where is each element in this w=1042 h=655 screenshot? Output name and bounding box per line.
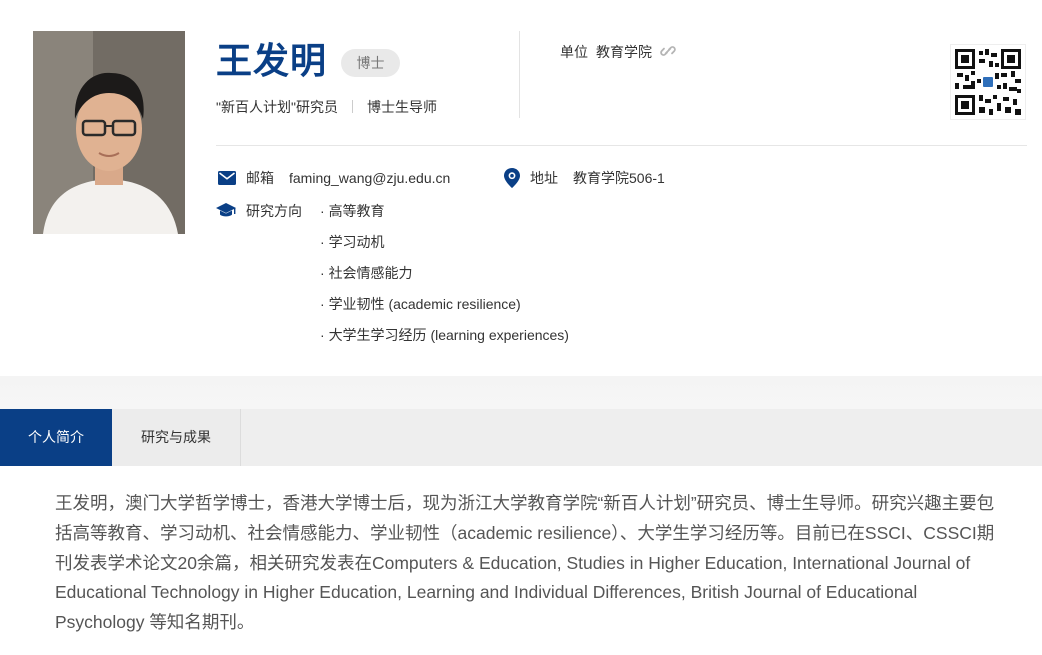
unit-label: 单位 [560,44,588,60]
research-item: 高等教育 [320,201,720,232]
tab-research-achievements[interactable]: 研究与成果 [112,409,241,466]
email-value[interactable]: faming_wang@zju.edu.cn [289,168,450,188]
email-row: 邮箱 faming_wang@zju.edu.cn [218,168,450,188]
research-item: 学习动机 [320,232,720,263]
graduation-cap-icon [216,203,236,222]
title-supervisor: 博士生导师 [366,99,437,115]
address-label: 地址 [530,170,558,186]
degree-badge: 博士 [341,49,400,77]
address-value: 教育学院506-1 [573,170,665,186]
qr-code-icon [950,44,1026,120]
unit-info: 单位 教育学院 [560,42,676,64]
unit-value: 教育学院 [596,44,652,60]
profile-photo [33,31,185,234]
research-item: 社会情感能力 [320,263,720,294]
email-label: 邮箱 [246,170,274,186]
tab-personal-intro[interactable]: 个人简介 [0,409,112,466]
titles-line: "新百人计划"研究员 博士生导师 [216,97,437,117]
research-item: 学业韧性 (academic resilience) [320,294,720,325]
section-gap [0,376,1042,409]
research-label: 研究方向 [246,203,302,219]
research-item: 大学生学习经历 (learning experiences) [320,325,720,356]
horizontal-divider [216,145,1027,146]
vertical-divider [519,31,520,118]
link-icon[interactable] [660,43,676,64]
title-separator [351,100,353,113]
tab-bar: 个人简介 研究与成果 [0,409,1042,466]
address-row: 地址 教育学院506-1 [504,168,665,188]
profile-card: 王发明 博士 "新百人计划"研究员 博士生导师 单位 教育学院 邮箱 famin… [0,0,1042,376]
title-researcher: "新百人计划"研究员 [216,99,338,115]
location-pin-icon [504,168,520,188]
mail-icon [218,171,236,185]
research-list: 高等教育 学习动机 社会情感能力 学业韧性 (academic resilien… [320,201,720,356]
bio-text: 王发明，澳门大学哲学博士，香港大学博士后，现为浙江大学教育学院“新百人计划”研究… [55,493,995,633]
person-name: 王发明 [216,40,328,81]
